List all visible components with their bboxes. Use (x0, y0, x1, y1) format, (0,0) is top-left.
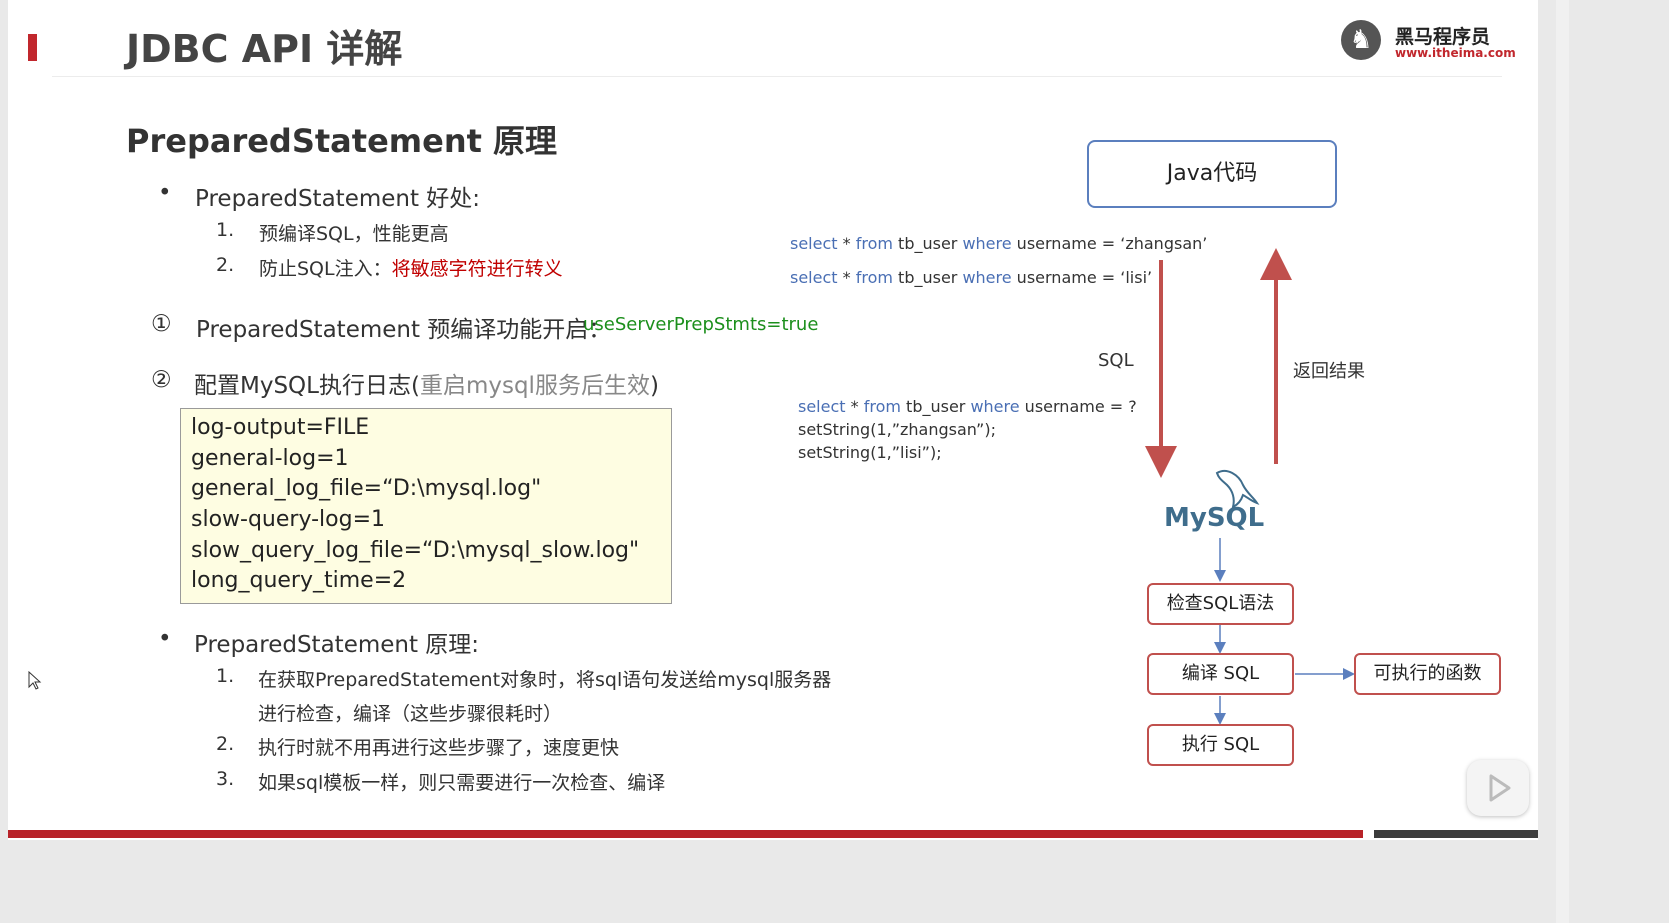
compile-sql-box: 编译 SQL (1147, 653, 1294, 695)
executable-function-box: 可执行的函数 (1354, 653, 1501, 695)
mysql-logo: MySQL (1164, 503, 1264, 533)
scrollbar[interactable] (1556, 0, 1569, 923)
mouse-cursor-icon (28, 671, 42, 690)
diagram-arrows (1145, 248, 1355, 725)
footer-bar-dark (1374, 830, 1538, 838)
play-button[interactable] (1467, 760, 1529, 816)
check-sql-syntax-box: 检查SQL语法 (1147, 583, 1294, 625)
execute-sql-box: 执行 SQL (1147, 724, 1294, 766)
slide: JDBC API 详解 ♞ 黑马程序员 www.itheima.com Prep… (8, 0, 1538, 840)
mysql-logo-text: MySQL (1164, 503, 1265, 533)
play-icon (1489, 774, 1511, 802)
footer-bar-red (8, 830, 1363, 838)
